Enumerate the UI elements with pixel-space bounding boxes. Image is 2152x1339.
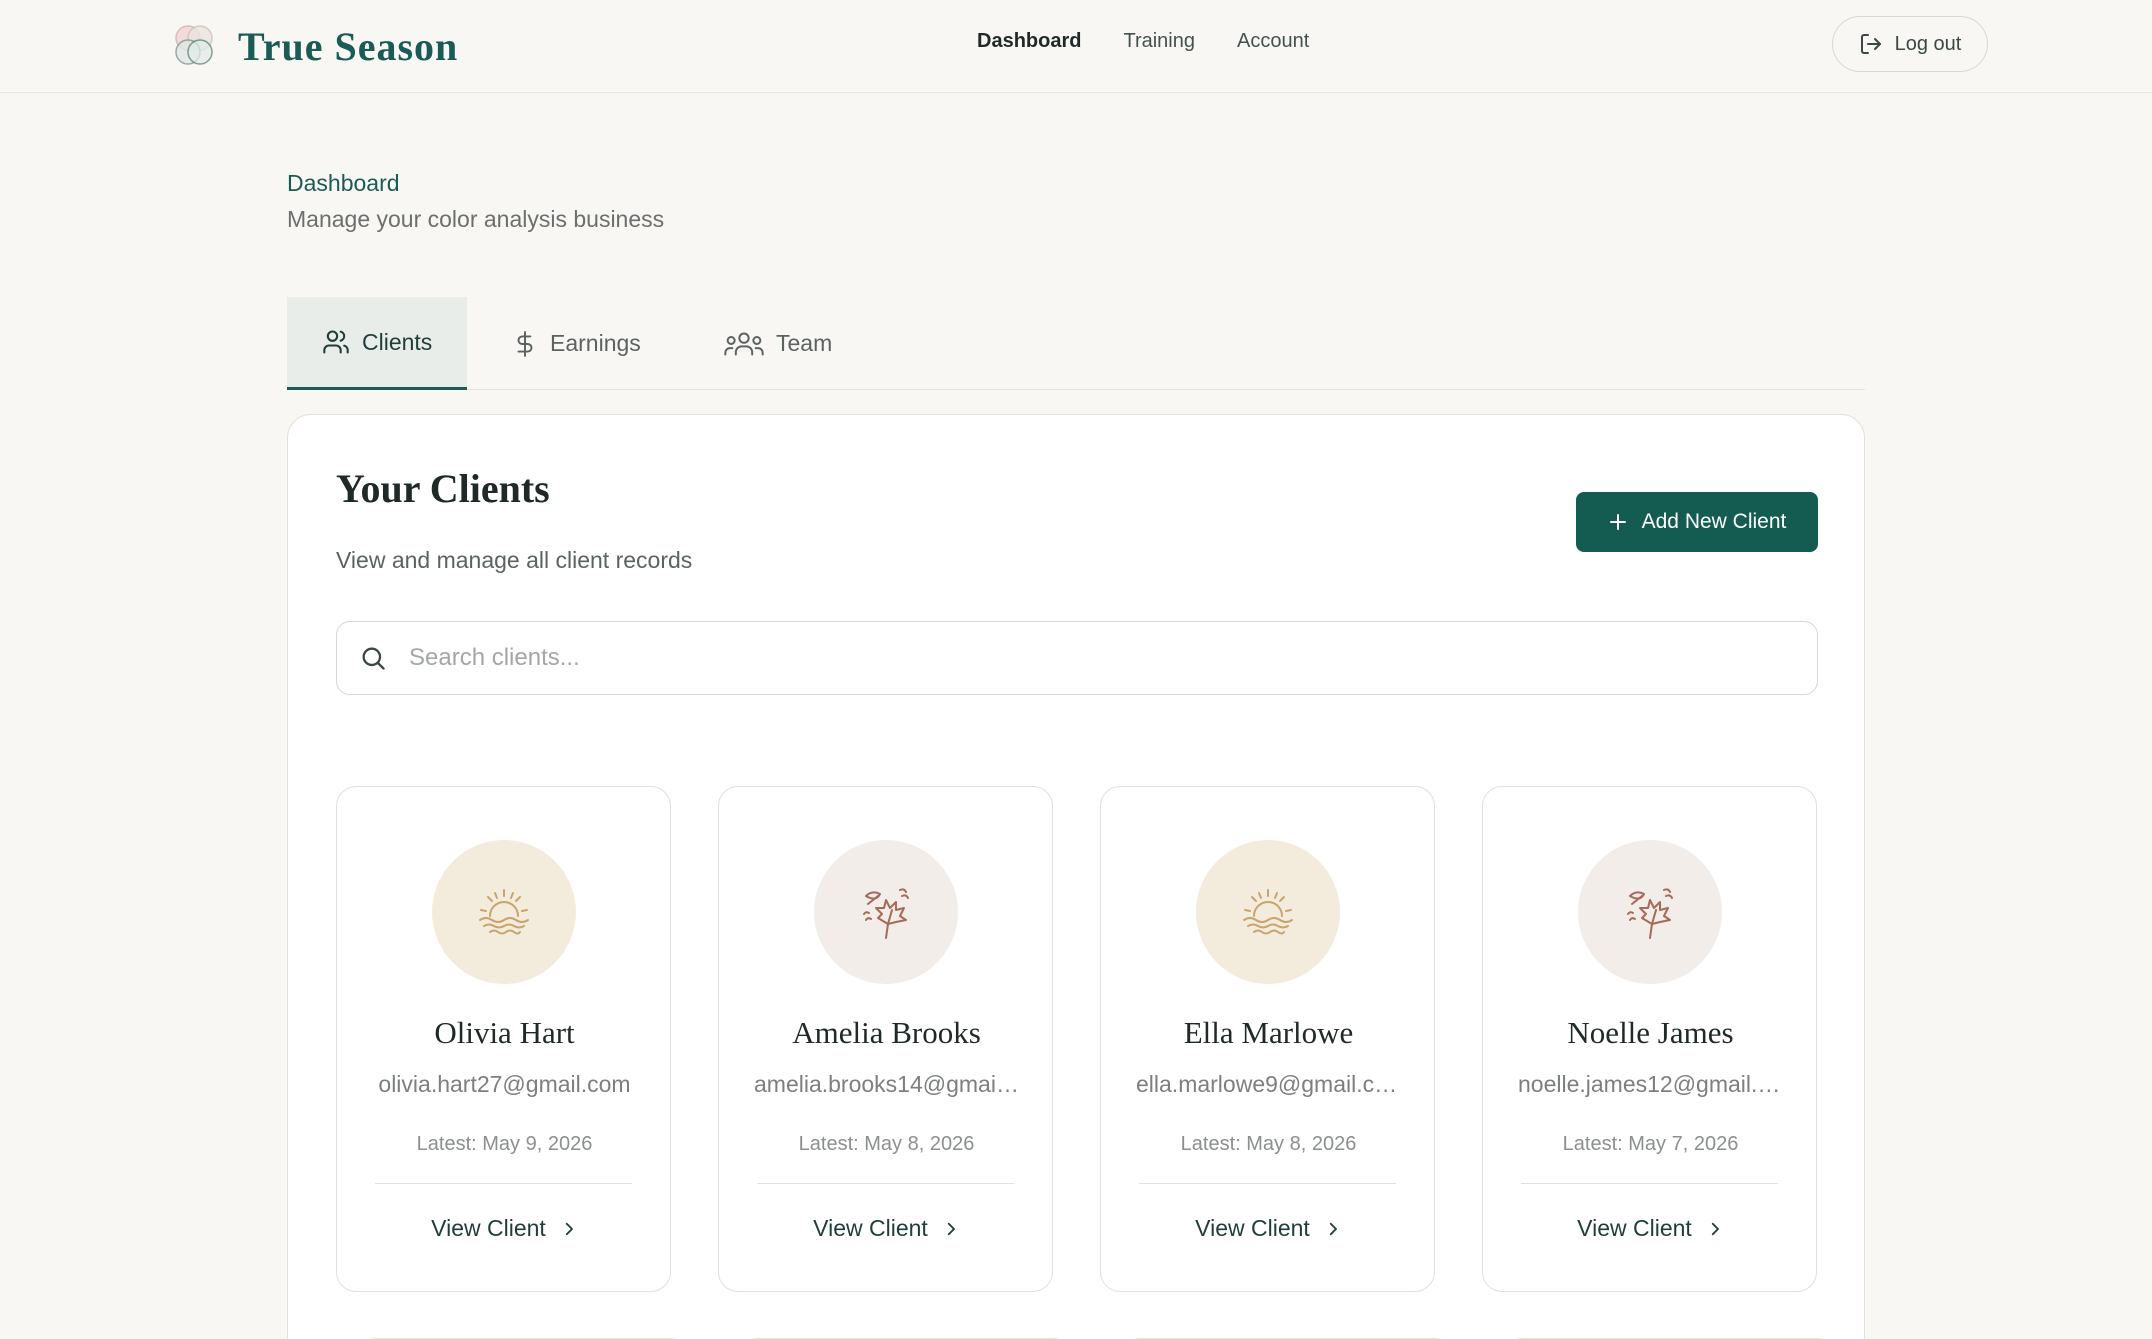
- dollar-icon: [517, 330, 533, 357]
- client-card: Ella Marlowe ella.marlowe9@gmail.com Lat…: [1100, 786, 1435, 1292]
- client-avatar: [432, 840, 576, 984]
- tab-clients-label: Clients: [362, 328, 433, 355]
- search-icon: [362, 647, 385, 670]
- client-avatar: [814, 840, 958, 984]
- brand-name: True Season: [238, 23, 459, 69]
- sunset-icon: [1243, 889, 1293, 935]
- client-name: Olivia Hart: [434, 1015, 575, 1050]
- client-latest-date: Latest: May 8, 2026: [798, 1133, 975, 1155]
- clients-subtitle: View and manage all client records: [336, 547, 693, 573]
- view-client-button[interactable]: View Client: [1483, 1215, 1818, 1242]
- page-subtitle: Manage your color analysis business: [287, 206, 665, 232]
- clients-title: Your Clients: [336, 466, 550, 511]
- client-latest-date: Latest: May 9, 2026: [416, 1133, 593, 1155]
- tab-clients[interactable]: Clients: [287, 297, 468, 390]
- autumn-leaves-icon: [863, 888, 909, 939]
- add-new-client-button[interactable]: Add New Client: [1576, 492, 1818, 552]
- sunset-icon: [479, 889, 529, 935]
- tab-earnings-label: Earnings: [550, 330, 641, 356]
- client-avatar: [1196, 840, 1340, 984]
- view-client-button[interactable]: View Client: [1101, 1215, 1436, 1242]
- logout-button[interactable]: Log out: [1832, 16, 1988, 72]
- client-name: Noelle James: [1567, 1015, 1734, 1050]
- view-client-label: View Client: [431, 1215, 546, 1241]
- chevron-right-icon: [947, 1222, 955, 1235]
- tab-team[interactable]: Team: [689, 297, 867, 390]
- brand-logo-icon: [175, 25, 213, 65]
- client-latest-date: Latest: May 8, 2026: [1180, 1133, 1357, 1155]
- client-email: olivia.hart27@gmail.com: [378, 1071, 631, 1097]
- plus-icon: [1609, 514, 1626, 530]
- client-card: Noelle James noelle.james12@gmail.com La…: [1482, 786, 1817, 1292]
- card-divider: [1139, 1183, 1396, 1184]
- logout-label: Log out: [1894, 32, 1962, 55]
- view-client-label: View Client: [1577, 1215, 1692, 1241]
- chevron-right-icon: [565, 1222, 573, 1235]
- client-name: Ella Marlowe: [1183, 1015, 1354, 1050]
- add-new-client-label: Add New Client: [1641, 510, 1787, 533]
- users-icon: [323, 330, 349, 354]
- page-title: Dashboard: [287, 170, 400, 196]
- card-divider: [1521, 1183, 1778, 1184]
- client-latest-date: Latest: May 7, 2026: [1562, 1133, 1739, 1155]
- chevron-right-icon: [1329, 1222, 1337, 1235]
- client-email: amelia.brooks14@gmail.com: [754, 1071, 1019, 1097]
- tab-team-label: Team: [776, 330, 833, 356]
- main-nav: Dashboard Training Account: [977, 30, 1309, 53]
- client-card: Olivia Hart olivia.hart27@gmail.com Late…: [336, 786, 671, 1292]
- client-email: ella.marlowe9@gmail.com: [1136, 1071, 1401, 1097]
- autumn-leaves-icon: [1627, 888, 1673, 939]
- client-search-input[interactable]: [409, 644, 1789, 672]
- tab-earnings[interactable]: Earnings: [477, 297, 676, 390]
- card-divider: [375, 1183, 632, 1184]
- team-icon: [724, 332, 764, 355]
- nav-training[interactable]: Training: [1123, 30, 1195, 53]
- top-navigation-bar: True Season Dashboard Training Account L…: [0, 0, 2152, 93]
- client-search-box: [336, 621, 1818, 695]
- view-client-label: View Client: [813, 1215, 928, 1241]
- brand[interactable]: True Season: [168, 20, 458, 72]
- client-card: Amelia Brooks amelia.brooks14@gmail.com …: [718, 786, 1053, 1292]
- view-client-button[interactable]: View Client: [337, 1215, 672, 1242]
- nav-account[interactable]: Account: [1237, 30, 1309, 53]
- nav-dashboard[interactable]: Dashboard: [977, 30, 1081, 53]
- clients-panel: Your Clients View and manage all client …: [287, 414, 1865, 1339]
- client-email: noelle.james12@gmail.com: [1518, 1071, 1783, 1097]
- view-client-button[interactable]: View Client: [719, 1215, 1054, 1242]
- logout-icon: [1860, 34, 1881, 54]
- card-divider: [757, 1183, 1014, 1184]
- client-avatar: [1578, 840, 1722, 984]
- view-client-label: View Client: [1195, 1215, 1310, 1241]
- chevron-right-icon: [1711, 1222, 1719, 1235]
- dashboard-tabs: Clients Earnings Team: [287, 297, 1865, 390]
- client-name: Amelia Brooks: [792, 1015, 981, 1050]
